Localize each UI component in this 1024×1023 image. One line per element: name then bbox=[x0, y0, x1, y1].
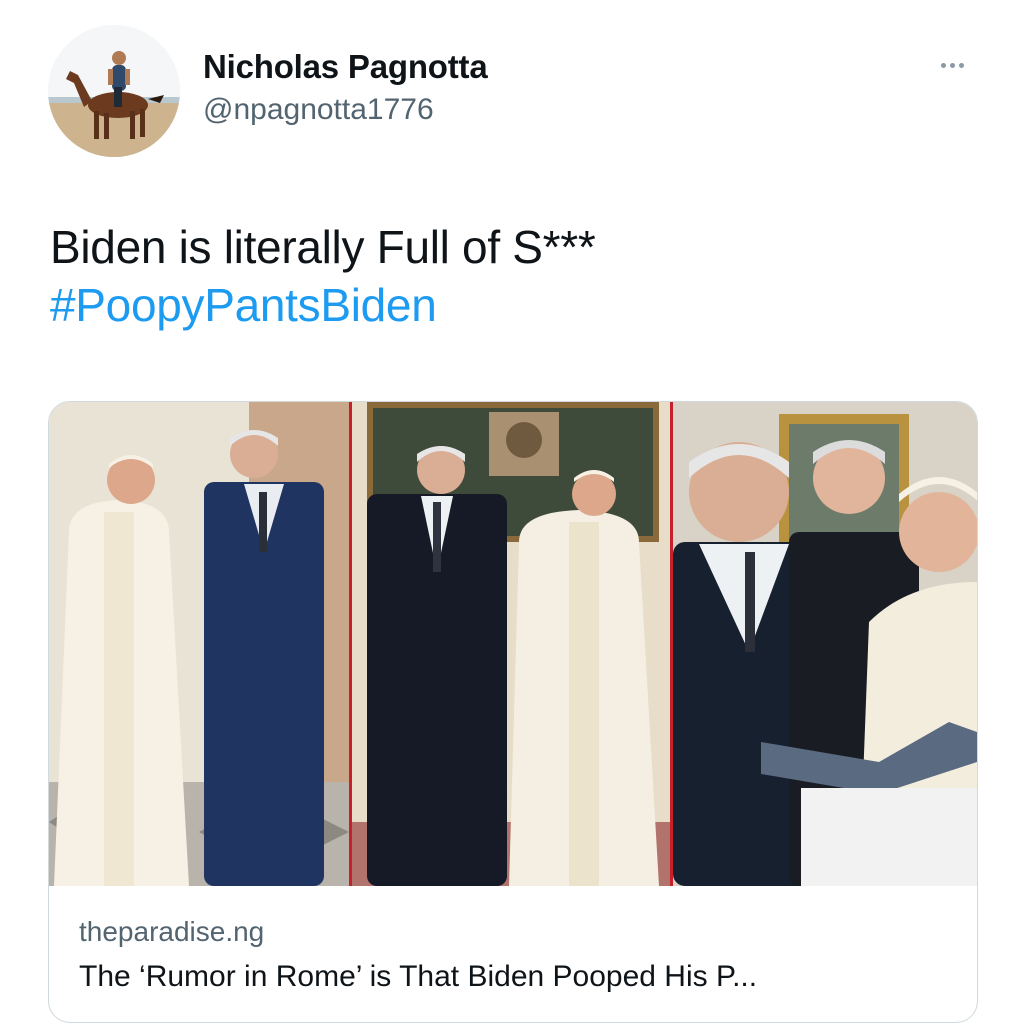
more-options-button[interactable] bbox=[930, 52, 974, 78]
horse-rider-photo-icon bbox=[48, 25, 180, 157]
hashtag-link[interactable]: #PoopyPantsBiden bbox=[50, 276, 596, 334]
tweet[interactable]: Nicholas Pagnotta @npagnotta1776 Biden i… bbox=[0, 0, 1024, 1023]
tweet-text: Biden is literally Full of S*** #PoopyPa… bbox=[50, 218, 596, 334]
photo-collage-icon bbox=[49, 402, 977, 886]
link-card-domain: theparadise.ng bbox=[79, 916, 265, 947]
link-card-image[interactable] bbox=[49, 402, 977, 886]
more-options-icon bbox=[940, 62, 946, 68]
more-options-icon-dot bbox=[949, 62, 955, 68]
author-names: Nicholas Pagnotta @npagnotta1776 bbox=[203, 47, 488, 130]
link-card[interactable]: theparadise.ng The ‘Rumor in Rome’ is Th… bbox=[48, 401, 978, 1023]
author-display-name[interactable]: Nicholas Pagnotta bbox=[203, 47, 488, 87]
tweet-body: Biden is literally Full of S*** bbox=[50, 221, 596, 273]
author-handle[interactable]: @npagnotta1776 bbox=[203, 90, 487, 130]
more-options-icon-dot bbox=[958, 62, 964, 68]
link-card-title: The ‘Rumor in Rome’ is That Biden Pooped… bbox=[79, 960, 758, 993]
avatar[interactable] bbox=[48, 25, 180, 157]
